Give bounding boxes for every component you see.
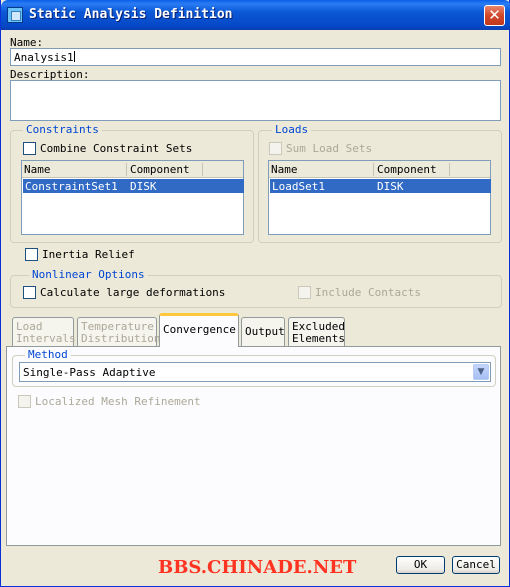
app-icon [7, 7, 23, 23]
combine-constraints-checkbox[interactable] [23, 142, 36, 155]
title-bar[interactable]: Static Analysis Definition ✕ [1, 0, 510, 30]
include-contacts-label: Include Contacts [315, 286, 421, 299]
text-caret [73, 51, 75, 62]
column-header-component[interactable]: Component [130, 163, 190, 176]
name-input[interactable]: Analysis1 [10, 48, 501, 66]
tab-load-intervals[interactable]: Load Intervals [12, 317, 76, 347]
row-component: DISK [377, 180, 404, 193]
tab-label-line1: Convergence [163, 323, 236, 336]
localized-refinement-label: Localized Mesh Refinement [35, 395, 201, 408]
tab-label-line2: Intervals [16, 332, 76, 345]
column-header-name[interactable]: Name [24, 163, 51, 176]
column-separator[interactable] [373, 163, 374, 176]
column-separator[interactable] [202, 163, 203, 176]
tab-output[interactable]: Output [241, 317, 285, 347]
column-separator[interactable] [449, 163, 450, 176]
method-title: Method [25, 348, 71, 361]
tab-temperature-distribution[interactable]: Temperature Distribution [77, 317, 161, 347]
large-deformations-label: Calculate large deformations [40, 286, 226, 299]
method-select[interactable]: Single-Pass Adaptive ▼ [19, 362, 491, 382]
cancel-button[interactable]: Cancel [452, 556, 500, 574]
constraints-title: Constraints [23, 123, 102, 136]
constraints-list-header: Name Component [22, 161, 243, 178]
ok-button[interactable]: OK [396, 556, 445, 574]
sum-load-sets-label: Sum Load Sets [286, 142, 373, 155]
sum-load-sets-checkbox[interactable] [269, 142, 282, 155]
row-component: DISK [130, 180, 157, 193]
localized-refinement-checkbox[interactable] [18, 395, 31, 408]
row-name: LoadSet1 [272, 180, 325, 193]
tab-label-line2: Distribution [81, 332, 161, 345]
loads-title: Loads [272, 123, 312, 136]
tab-label-line1: Output [245, 325, 285, 338]
list-item[interactable]: LoadSet1 DISK [270, 179, 491, 193]
loads-list[interactable]: Name Component LoadSet1 DISK [268, 160, 491, 235]
convergence-panel: Method Single-Pass Adaptive ▼ Localized … [6, 346, 501, 546]
inertia-relief-label: Inertia Relief [42, 248, 135, 261]
method-value: Single-Pass Adaptive [23, 366, 156, 379]
column-separator[interactable] [126, 163, 127, 176]
column-header-name[interactable]: Name [271, 163, 298, 176]
large-deformations-checkbox[interactable] [23, 286, 36, 299]
inertia-relief-checkbox[interactable] [25, 248, 38, 261]
include-contacts-checkbox[interactable] [298, 286, 311, 299]
row-name: ConstraintSet1 [25, 180, 118, 193]
dialog-window: Static Analysis Definition ✕ Name: Analy… [0, 0, 510, 587]
nonlinear-options-title: Nonlinear Options [29, 268, 148, 281]
tab-label-line2: Elements [292, 332, 345, 345]
watermark-text: BBS.CHINADE.NET [158, 557, 357, 578]
combine-constraints-label: Combine Constraint Sets [40, 142, 193, 155]
tab-convergence[interactable]: Convergence [159, 313, 239, 347]
close-button[interactable]: ✕ [484, 5, 505, 26]
loads-list-header: Name Component [269, 161, 490, 178]
constraints-list[interactable]: Name Component ConstraintSet1 DISK [21, 160, 244, 235]
column-header-component[interactable]: Component [377, 163, 437, 176]
tab-excluded-elements[interactable]: Excluded Elements [288, 317, 345, 347]
description-input[interactable] [10, 80, 501, 121]
name-value: Analysis1 [14, 51, 74, 64]
list-item[interactable]: ConstraintSet1 DISK [23, 179, 244, 193]
chevron-down-icon[interactable]: ▼ [473, 364, 489, 380]
window-title: Static Analysis Definition [29, 7, 233, 22]
